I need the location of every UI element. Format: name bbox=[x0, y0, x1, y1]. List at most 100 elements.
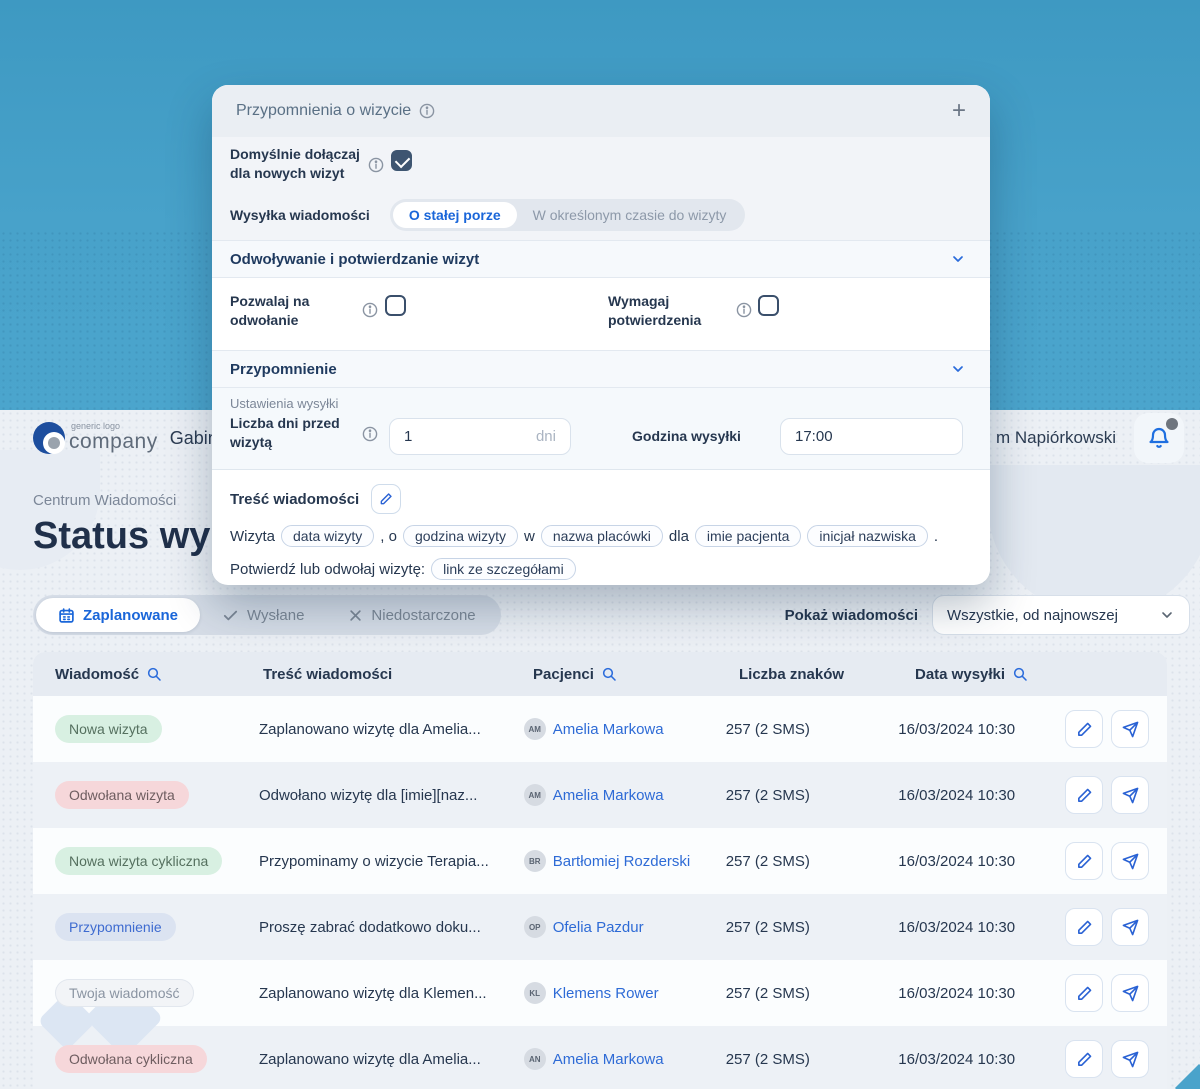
col-liczba-znakow: Liczba znaków bbox=[739, 666, 915, 683]
bell-icon bbox=[1147, 426, 1171, 450]
page-title: Status wy bbox=[33, 515, 210, 558]
info-icon[interactable] bbox=[362, 302, 378, 318]
send-icon bbox=[1122, 787, 1139, 804]
message-content: Zaplanowano wizytę dla Amelia... bbox=[259, 721, 524, 738]
notifications-button[interactable] bbox=[1134, 413, 1184, 463]
chevron-down-icon bbox=[950, 361, 966, 377]
edit-button[interactable] bbox=[1065, 974, 1103, 1012]
search-icon[interactable] bbox=[601, 666, 617, 682]
message-content-section: Treść wiadomości Wizyta data wizyty , o … bbox=[212, 470, 990, 580]
select-value: Wszystkie, od najnowszej bbox=[947, 607, 1118, 624]
patient-link[interactable]: Amelia Markowa bbox=[553, 787, 664, 804]
edit-button[interactable] bbox=[1065, 776, 1103, 814]
messages-table: Wiadomość Treść wiadomości Pacjenci Licz… bbox=[33, 652, 1167, 1089]
send-icon bbox=[1122, 721, 1139, 738]
tab-niedostarczone[interactable]: Niedostarczone bbox=[326, 598, 497, 632]
template-variable[interactable]: link ze szczegółami bbox=[431, 558, 576, 580]
avatar: AM bbox=[524, 718, 546, 740]
col-data-wysylki[interactable]: Data wysyłki bbox=[915, 666, 1085, 683]
status-tabs: Zaplanowane Wysłane Niedostarczone bbox=[33, 595, 501, 635]
send-mode-segmented: O stałej porze W określonym czasie do wi… bbox=[390, 199, 746, 231]
table-row[interactable]: Nowa wizyta Zaplanowano wizytę dla Ameli… bbox=[33, 696, 1167, 762]
require-confirm-checkbox[interactable] bbox=[758, 295, 779, 316]
send-button[interactable] bbox=[1111, 908, 1149, 946]
template-variable[interactable]: nazwa placówki bbox=[541, 525, 663, 547]
search-icon[interactable] bbox=[146, 666, 162, 682]
table-row[interactable]: Nowa wizyta cykliczna Przypominamy o wiz… bbox=[33, 828, 1167, 894]
segment-fixed-time[interactable]: O stałej porze bbox=[393, 202, 517, 228]
message-label: Treść wiadomości bbox=[230, 491, 359, 508]
decorative-blob bbox=[988, 465, 1200, 615]
template-variable[interactable]: godzina wizyty bbox=[403, 525, 518, 547]
message-content: Zaplanowano wizytę dla Amelia... bbox=[259, 1051, 524, 1068]
edit-button[interactable] bbox=[1065, 908, 1103, 946]
days-before-input[interactable]: 1 dni bbox=[389, 418, 571, 455]
table-row[interactable]: Przypomnienie Proszę zabrać dodatkowo do… bbox=[33, 894, 1167, 960]
search-icon[interactable] bbox=[1012, 666, 1028, 682]
info-icon[interactable] bbox=[419, 103, 435, 119]
info-icon[interactable] bbox=[368, 157, 384, 173]
edit-message-button[interactable] bbox=[371, 484, 401, 514]
allow-cancel-checkbox[interactable] bbox=[385, 295, 406, 316]
send-button[interactable] bbox=[1111, 776, 1149, 814]
send-mode-label: Wysyłka wiadomości bbox=[230, 207, 370, 223]
template-text: Potwierdź lub odwołaj wizytę: bbox=[230, 561, 425, 578]
send-button[interactable] bbox=[1111, 710, 1149, 748]
require-confirm-label: Wymagajpotwierdzenia bbox=[608, 292, 738, 330]
tab-zaplanowane[interactable]: Zaplanowane bbox=[36, 598, 200, 632]
tab-label: Niedostarczone bbox=[371, 607, 475, 624]
patient-link[interactable]: Ofelia Pazdur bbox=[553, 919, 644, 936]
patient-link[interactable]: Amelia Markowa bbox=[553, 721, 664, 738]
template-variable[interactable]: inicjał nazwiska bbox=[807, 525, 927, 547]
send-icon bbox=[1122, 919, 1139, 936]
company-logo[interactable]: generic logo company bbox=[33, 422, 158, 454]
message-content: Przypominamy o wizycie Terapia... bbox=[259, 853, 524, 870]
pencil-icon bbox=[1076, 853, 1093, 870]
send-time-input[interactable]: 17:00 bbox=[780, 418, 963, 455]
template-text: . bbox=[934, 528, 938, 545]
message-template-line1: Wizyta data wizyty , o godzina wizyty w … bbox=[230, 525, 972, 547]
edit-button[interactable] bbox=[1065, 842, 1103, 880]
patient-link[interactable]: Klemens Rower bbox=[553, 985, 659, 1002]
col-pacjenci[interactable]: Pacjenci bbox=[533, 666, 739, 683]
col-tresc: Treść wiadomości bbox=[263, 666, 533, 683]
patient-link[interactable]: Bartłomiej Rozderski bbox=[553, 853, 691, 870]
table-row[interactable]: Odwołana wizyta Odwołano wizytę dla [imi… bbox=[33, 762, 1167, 828]
template-variable[interactable]: data wizyty bbox=[281, 525, 374, 547]
status-badge: Nowa wizyta bbox=[55, 715, 162, 743]
table-row[interactable]: Odwołana cykliczna Zaplanowano wizytę dl… bbox=[33, 1026, 1167, 1089]
template-text: , o bbox=[380, 528, 397, 545]
pencil-icon bbox=[379, 492, 393, 506]
send-time-label: Godzina wysyłki bbox=[632, 428, 741, 444]
pencil-icon bbox=[1076, 1051, 1093, 1068]
days-before-label: Liczba dni przedwizytą bbox=[230, 414, 360, 452]
send-button[interactable] bbox=[1111, 974, 1149, 1012]
table-row[interactable]: Twoja wiadomość Zaplanowano wizytę dla K… bbox=[33, 960, 1167, 1026]
tab-wyslane[interactable]: Wysłane bbox=[200, 598, 326, 632]
edit-button[interactable] bbox=[1065, 1040, 1103, 1078]
send-settings-section: Ustawienia wysyłki Liczba dni przedwizyt… bbox=[212, 388, 990, 470]
page: generic logo company Gabinet m Napiórkow… bbox=[0, 0, 1200, 1089]
char-count: 257 (2 SMS) bbox=[726, 787, 899, 804]
patient-link[interactable]: Amelia Markowa bbox=[553, 1051, 664, 1068]
template-variable[interactable]: imie pacjenta bbox=[695, 525, 802, 547]
section-reminder[interactable]: Przypomnienie bbox=[212, 350, 990, 388]
messages-filter-select[interactable]: Wszystkie, od najnowszej bbox=[932, 595, 1190, 635]
segment-relative-time[interactable]: W określonym czasie do wizyty bbox=[517, 202, 743, 228]
info-icon[interactable] bbox=[362, 426, 378, 442]
send-date: 16/03/2024 10:30 bbox=[898, 787, 1065, 804]
edit-button[interactable] bbox=[1065, 710, 1103, 748]
section-cancel-confirm[interactable]: Odwoływanie i potwierdzanie wizyt bbox=[212, 240, 990, 278]
send-button[interactable] bbox=[1111, 842, 1149, 880]
default-attach-checkbox[interactable] bbox=[391, 150, 412, 171]
char-count: 257 (2 SMS) bbox=[726, 919, 899, 936]
send-icon bbox=[1122, 1051, 1139, 1068]
add-button[interactable]: + bbox=[952, 99, 966, 123]
send-button[interactable] bbox=[1111, 1040, 1149, 1078]
template-text: Wizyta bbox=[230, 528, 275, 545]
time-value: 17:00 bbox=[795, 428, 833, 445]
info-icon[interactable] bbox=[736, 302, 752, 318]
col-wiadomosc[interactable]: Wiadomość bbox=[49, 666, 263, 683]
user-name[interactable]: m Napiórkowski bbox=[996, 428, 1116, 448]
send-date: 16/03/2024 10:30 bbox=[898, 721, 1065, 738]
